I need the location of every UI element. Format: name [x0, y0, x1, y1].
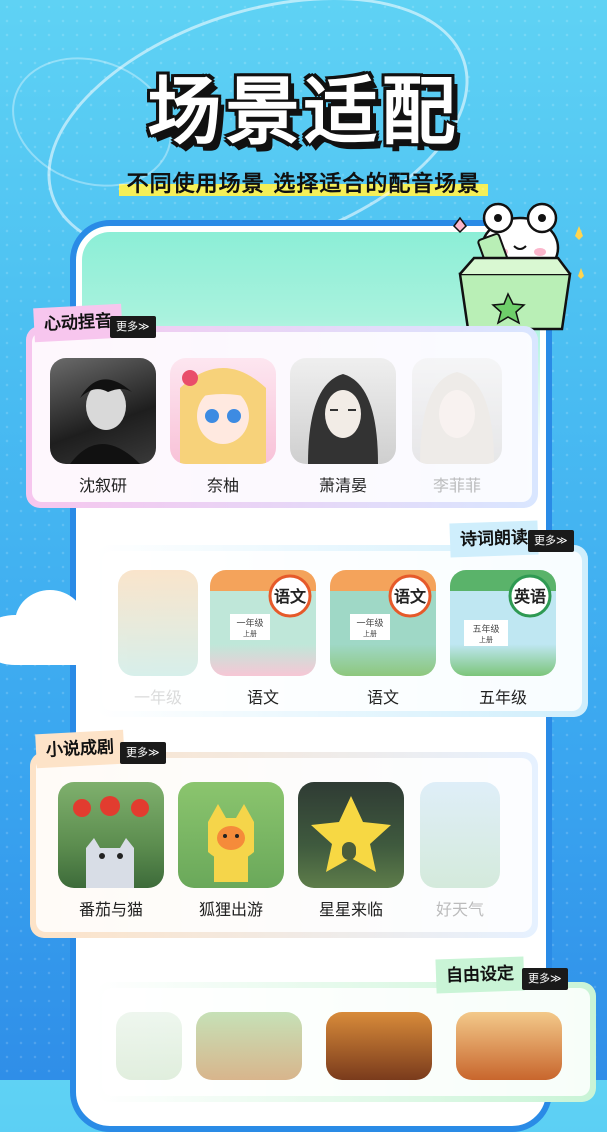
- svg-text:上册: 上册: [479, 635, 493, 644]
- more-button-novel[interactable]: 更多≫: [120, 742, 166, 764]
- svg-text:一年级: 一年级: [356, 617, 383, 629]
- more-button-voice[interactable]: 更多≫: [110, 316, 156, 338]
- cover-weather-icon: [420, 782, 500, 888]
- list-item[interactable]: 一年级: [118, 570, 198, 708]
- cover-misc-icon: [116, 1012, 182, 1080]
- cover-ship-icon: [456, 1012, 562, 1080]
- list-item[interactable]: 番茄与猫: [58, 782, 164, 920]
- page-subtitle: 不同使用场景 选择适合的配音场景: [118, 166, 489, 198]
- svg-text:一年级: 一年级: [236, 617, 263, 629]
- list-item[interactable]: 英语五年级 上册 五年级: [450, 570, 556, 708]
- list-item[interactable]: 萧清晏: [290, 358, 396, 496]
- more-button-poetry[interactable]: 更多≫: [528, 530, 574, 552]
- svg-text:上册: 上册: [363, 629, 377, 638]
- list-item[interactable]: 李菲菲: [412, 358, 502, 496]
- svg-text:语文: 语文: [274, 587, 307, 606]
- cover-rabbit-icon: [196, 1012, 302, 1080]
- list-item[interactable]: [456, 1012, 562, 1080]
- section-tag-custom: 自由设定: [435, 956, 525, 994]
- svg-text:五年级: 五年级: [472, 623, 499, 635]
- list-item[interactable]: [116, 1012, 182, 1080]
- section-tag-novel: 小说成剧: [35, 729, 125, 769]
- list-item[interactable]: [326, 1012, 432, 1080]
- list-item[interactable]: 语文 一年级 上册 语文: [330, 570, 436, 708]
- textbook-chinese-icon: 语文 一年级 上册: [330, 570, 436, 676]
- list-item[interactable]: 星星来临: [298, 782, 404, 920]
- frog-mascot-icon: [453, 202, 584, 331]
- list-item[interactable]: 狐狸出游: [178, 782, 284, 920]
- cover-star-icon: [298, 782, 404, 888]
- section-tag-poetry: 诗词朗读: [449, 520, 539, 558]
- list-item[interactable]: [196, 1012, 302, 1080]
- list-item[interactable]: 好天气: [420, 782, 500, 920]
- textbook-chinese-icon: 语文 一年级 上册: [210, 570, 316, 676]
- cover-fox-icon: [178, 782, 284, 888]
- more-button-custom[interactable]: 更多≫: [522, 968, 568, 990]
- page-title: 场景适配: [147, 69, 460, 155]
- list-item[interactable]: 沈叙研: [50, 358, 156, 496]
- avatar-girl-light-icon: [412, 358, 502, 464]
- avatar-man-dark-icon: [50, 358, 156, 464]
- svg-text:英语: 英语: [513, 587, 546, 606]
- avatar-ink-man-icon: [290, 358, 396, 464]
- svg-text:语文: 语文: [394, 587, 427, 606]
- svg-text:上册: 上册: [243, 629, 257, 638]
- list-item[interactable]: 奈柚: [170, 358, 276, 496]
- avatar-anime-girl-icon: [170, 358, 276, 464]
- textbook-chinese-icon: [118, 570, 198, 676]
- cover-tomato-cat-icon: [58, 782, 164, 888]
- cover-warrior-icon: [326, 1012, 432, 1080]
- list-item[interactable]: 语文 一年级 上册 语文: [210, 570, 316, 708]
- textbook-english-icon: 英语五年级 上册: [450, 570, 556, 676]
